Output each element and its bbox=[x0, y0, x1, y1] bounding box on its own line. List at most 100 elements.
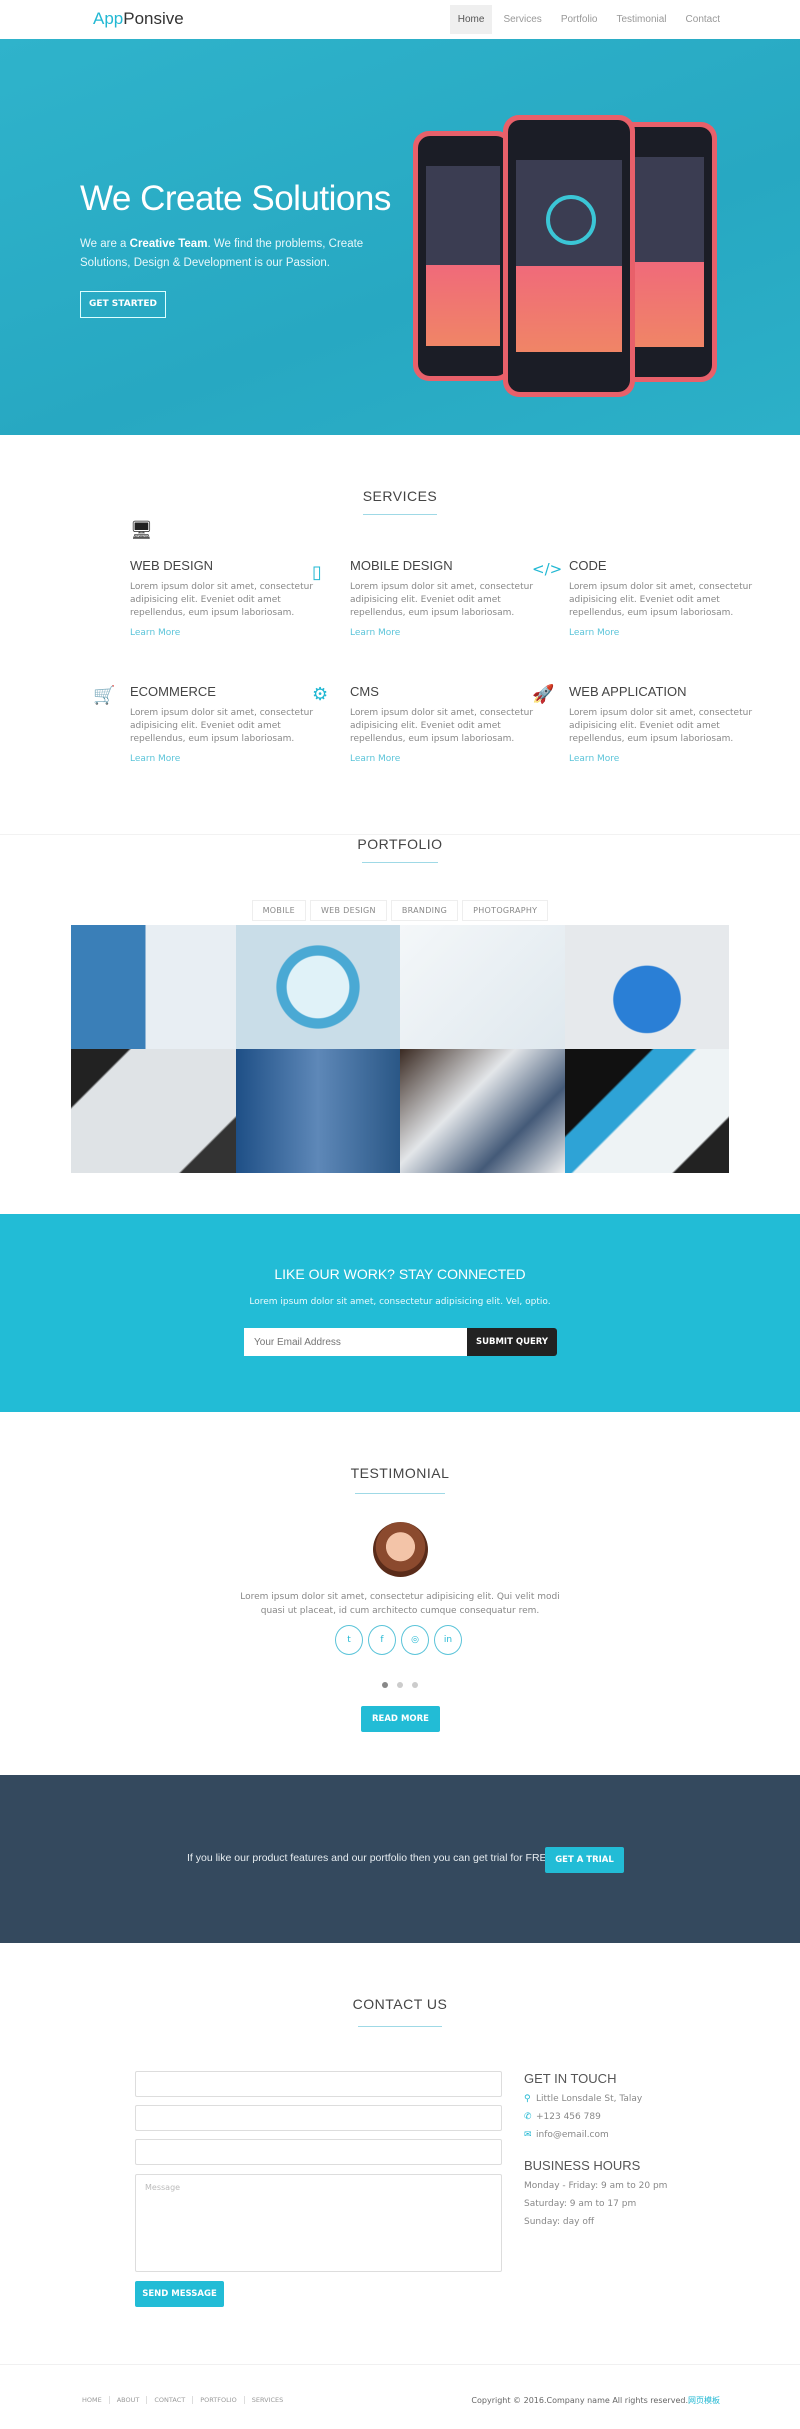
email[interactable]: info@email.com bbox=[536, 2130, 609, 2140]
service-cms: CMS Lorem ipsum dolor sit amet, consectet… bbox=[350, 684, 550, 764]
filter-mobile[interactable]: MOBILE bbox=[251, 900, 306, 921]
service-text: Lorem ipsum dolor sit amet, consectetur … bbox=[350, 708, 534, 744]
testimonial-underline bbox=[355, 1493, 445, 1494]
portfolio-item[interactable] bbox=[564, 1049, 729, 1173]
get-started-button[interactable]: GET STARTED bbox=[80, 291, 166, 318]
newsletter-section: LIKE OUR WORK? STAY CONNECTED Lorem ipsu… bbox=[0, 1214, 800, 1412]
contact-underline bbox=[358, 2026, 442, 2027]
service-title: MOBILE DESIGN bbox=[350, 558, 453, 573]
quote-line: Lorem ipsum dolor sit amet, consectetur … bbox=[240, 1592, 560, 1602]
learn-more-link[interactable]: Learn More bbox=[569, 628, 769, 638]
portfolio-underline bbox=[362, 862, 438, 863]
portfolio-item[interactable] bbox=[235, 1049, 400, 1173]
twitter-icon[interactable]: t bbox=[335, 1625, 363, 1655]
logo-part1: App bbox=[93, 9, 124, 28]
footer-link-home[interactable]: HOME bbox=[82, 2396, 110, 2404]
learn-more-link[interactable]: Learn More bbox=[350, 628, 550, 638]
map-marker-icon: ⚲ bbox=[524, 2094, 531, 2104]
testimonial-quote: Lorem ipsum dolor sit amet, consectetur … bbox=[0, 1590, 800, 1618]
service-code: CODE Lorem ipsum dolor sit amet, consecte… bbox=[569, 558, 769, 638]
main-nav: Home Services Portfolio Testimonial Cont… bbox=[447, 5, 728, 34]
footer-link-about[interactable]: ABOUT bbox=[110, 2396, 148, 2404]
contact-info: GET IN TOUCH ⚲ Little Lonsdale St, Talay … bbox=[524, 2071, 667, 2227]
cart-icon: 🛒 bbox=[93, 685, 116, 706]
gear-icon: ⚙ bbox=[312, 684, 329, 705]
nav-portfolio[interactable]: Portfolio bbox=[553, 5, 606, 34]
service-web-design: WEB DESIGN Lorem ipsum dolor sit amet, co… bbox=[130, 558, 330, 638]
send-message-button[interactable]: SEND MESSAGE bbox=[135, 2281, 224, 2307]
message-field[interactable]: Message bbox=[135, 2174, 502, 2272]
service-text: Lorem ipsum dolor sit amet, consectetur … bbox=[350, 582, 534, 618]
service-title: CMS bbox=[350, 684, 379, 699]
phone-icon: ✆ bbox=[524, 2112, 532, 2122]
service-text: Lorem ipsum dolor sit amet, consectetur … bbox=[130, 708, 314, 744]
service-title: ECOMMERCE bbox=[130, 684, 216, 699]
portfolio-item[interactable] bbox=[400, 1049, 565, 1173]
dribbble-icon[interactable]: ◎ bbox=[401, 1625, 429, 1655]
phone-image-left bbox=[413, 131, 513, 381]
services-underline bbox=[363, 514, 437, 515]
message-placeholder: Message bbox=[145, 2183, 181, 2192]
facebook-icon[interactable]: f bbox=[368, 1625, 396, 1655]
email-field[interactable] bbox=[135, 2105, 502, 2131]
hero-text-pre: We are a bbox=[80, 238, 130, 250]
service-mobile-design: MOBILE DESIGN Lorem ipsum dolor sit amet,… bbox=[350, 558, 550, 638]
section-divider bbox=[0, 834, 800, 835]
read-more-button[interactable]: READ MORE bbox=[361, 1706, 440, 1732]
nav-testimonial[interactable]: Testimonial bbox=[609, 5, 675, 34]
portfolio-item[interactable] bbox=[71, 925, 236, 1049]
subject-field[interactable] bbox=[135, 2139, 502, 2165]
nav-contact[interactable]: Contact bbox=[678, 5, 728, 34]
footer-link-services[interactable]: SERVICES bbox=[245, 2396, 291, 2404]
footer-divider bbox=[0, 2364, 800, 2365]
footer-link-portfolio[interactable]: PORTFOLIO bbox=[193, 2396, 245, 2404]
copyright-link[interactable]: 网页模板 bbox=[688, 2396, 720, 2405]
carousel-dot[interactable] bbox=[382, 1682, 388, 1688]
carousel-dot[interactable] bbox=[397, 1682, 403, 1688]
newsletter-title: LIKE OUR WORK? STAY CONNECTED bbox=[274, 1266, 526, 1282]
service-title: WEB APPLICATION bbox=[569, 684, 687, 699]
learn-more-link[interactable]: Learn More bbox=[130, 628, 330, 638]
quote-line: quasi ut placeat, id cum architecto cumq… bbox=[260, 1606, 540, 1616]
hero-title: We Create Solutions bbox=[80, 179, 391, 218]
services-title: SERVICES bbox=[362, 488, 438, 504]
address: Little Lonsdale St, Talay bbox=[536, 2094, 643, 2104]
learn-more-link[interactable]: Learn More bbox=[350, 754, 550, 764]
mobile-icon: ▯ bbox=[312, 562, 322, 583]
get-in-touch-title: GET IN TOUCH bbox=[524, 2071, 617, 2086]
desktop-icon: 🖥 bbox=[130, 520, 153, 541]
business-hours-title: BUSINESS HOURS bbox=[524, 2158, 641, 2173]
service-title: CODE bbox=[569, 558, 607, 573]
submit-query-button[interactable]: SUBMIT QUERY bbox=[467, 1328, 557, 1356]
hero: We Create Solutions We are a Creative Te… bbox=[0, 39, 800, 435]
learn-more-link[interactable]: Learn More bbox=[569, 754, 769, 764]
name-field[interactable] bbox=[135, 2071, 502, 2097]
filter-web-design[interactable]: WEB DESIGN bbox=[309, 900, 387, 921]
service-text: Lorem ipsum dolor sit amet, consectetur … bbox=[130, 582, 314, 618]
nav-services[interactable]: Services bbox=[495, 5, 549, 34]
cta-text: If you like our product features and our… bbox=[187, 1852, 554, 1864]
copyright-text: Copyright © 2016.Company name All rights… bbox=[471, 2396, 688, 2405]
learn-more-link[interactable]: Learn More bbox=[130, 754, 330, 764]
code-icon: </> bbox=[532, 560, 563, 578]
get-a-trial-button[interactable]: GET A TRIAL bbox=[545, 1847, 624, 1873]
address-row: ⚲ Little Lonsdale St, Talay bbox=[524, 2094, 667, 2104]
portfolio-item[interactable] bbox=[564, 925, 729, 1049]
carousel-dot[interactable] bbox=[412, 1682, 418, 1688]
portfolio-item[interactable] bbox=[235, 925, 400, 1049]
email-input[interactable] bbox=[244, 1328, 467, 1356]
nav-home[interactable]: Home bbox=[449, 5, 493, 34]
filter-photography[interactable]: PHOTOGRAPHY bbox=[462, 900, 549, 921]
portfolio-filters: MOBILE WEB DESIGN BRANDING PHOTOGRAPHY bbox=[0, 900, 800, 921]
portfolio-item[interactable] bbox=[400, 925, 565, 1049]
contact-title: CONTACT US bbox=[352, 1996, 448, 2012]
hours-row: Monday - Friday: 9 am to 20 pm bbox=[524, 2181, 668, 2191]
phone-image-center bbox=[503, 115, 635, 397]
carousel-dots bbox=[382, 1682, 427, 1688]
portfolio-item[interactable] bbox=[71, 1049, 236, 1173]
linkedin-icon[interactable]: in bbox=[434, 1625, 462, 1655]
footer-link-contact[interactable]: CONTACT bbox=[147, 2396, 194, 2404]
logo[interactable]: AppPonsive bbox=[93, 9, 184, 29]
avatar bbox=[373, 1522, 428, 1577]
filter-branding[interactable]: BRANDING bbox=[390, 900, 459, 921]
